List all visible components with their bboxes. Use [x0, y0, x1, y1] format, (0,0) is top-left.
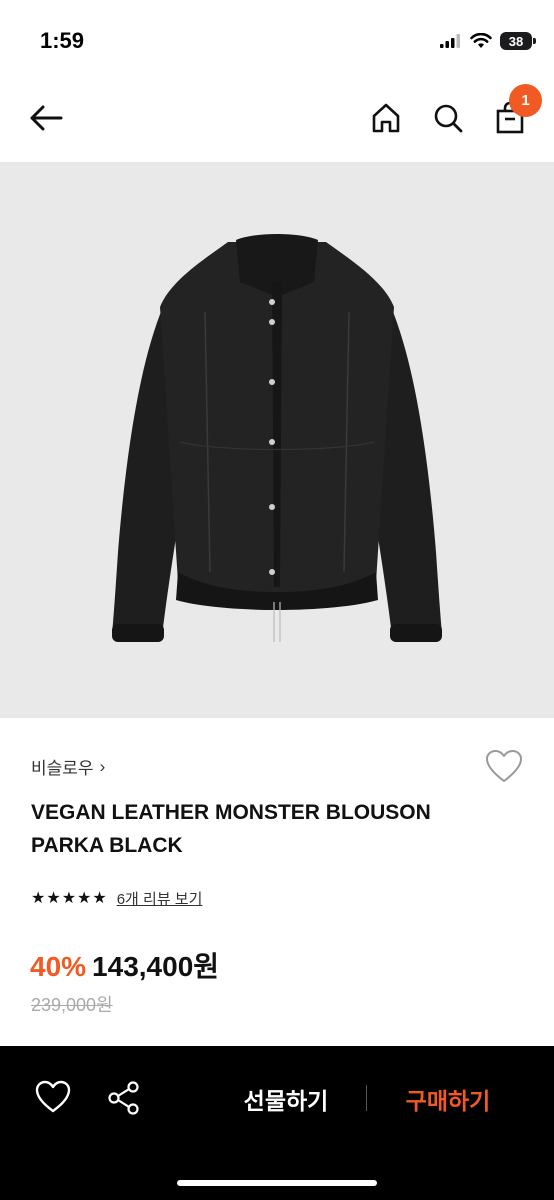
buy-button[interactable]: 구매하기 — [388, 1082, 508, 1116]
heart-icon — [486, 750, 522, 782]
star-icon: ★ — [92, 889, 107, 907]
back-arrow-icon — [30, 105, 63, 131]
star-icon: ★ — [31, 889, 46, 907]
chevron-right-icon: › — [99, 756, 106, 776]
star-rating: ★ ★ ★ ★ ★ — [31, 889, 107, 907]
product-detail-page: 1:59 38 1 비슬로우 › VEGAN LEATHER MONSTER B… — [0, 0, 554, 1200]
top-nav — [0, 80, 554, 162]
discount-rate: 40% — [30, 951, 87, 982]
wifi-icon — [470, 33, 492, 48]
cart-count-badge: 1 — [509, 84, 542, 117]
star-icon: ★ — [46, 889, 61, 907]
bottom-wishlist-button[interactable] — [34, 1079, 72, 1115]
back-button[interactable] — [26, 98, 66, 138]
bottom-action-bar: 선물하기 구매하기 — [0, 1046, 554, 1200]
review-link[interactable]: 6개 리뷰 보기 — [117, 888, 203, 909]
product-title: VEGAN LEATHER MONSTER BLOUSON PARKA BLAC… — [31, 801, 431, 857]
search-button[interactable] — [428, 98, 468, 138]
share-icon — [108, 1081, 139, 1115]
divider — [366, 1085, 367, 1111]
brand-link[interactable]: 비슬로우 › — [31, 754, 105, 779]
product-image[interactable] — [0, 162, 554, 718]
jacket-image — [112, 234, 442, 642]
rating-row: ★ ★ ★ ★ ★ 6개 리뷰 보기 — [31, 888, 202, 909]
share-button[interactable] — [104, 1078, 144, 1118]
status-icons: 38 — [440, 30, 536, 52]
gift-button[interactable]: 선물하기 — [226, 1082, 346, 1116]
battery-icon: 38 — [500, 32, 536, 50]
star-icon: ★ — [77, 889, 92, 907]
wishlist-button[interactable] — [484, 748, 524, 784]
heart-icon — [35, 1080, 71, 1113]
battery-level: 38 — [508, 33, 524, 49]
star-icon: ★ — [61, 889, 77, 907]
home-indicator — [177, 1180, 377, 1186]
home-button[interactable] — [366, 98, 406, 138]
search-icon — [434, 104, 463, 133]
price-row: 40% 143,400원 — [30, 945, 219, 985]
status-bar: 1:59 38 — [0, 0, 554, 80]
home-icon — [372, 103, 400, 133]
cellular-signal-icon — [440, 34, 460, 48]
brand-name: 비슬로우 — [31, 759, 94, 778]
status-time: 1:59 — [40, 28, 85, 53]
sale-price: 143,400원 — [92, 951, 220, 982]
original-price: 239,000원 — [31, 995, 113, 1015]
